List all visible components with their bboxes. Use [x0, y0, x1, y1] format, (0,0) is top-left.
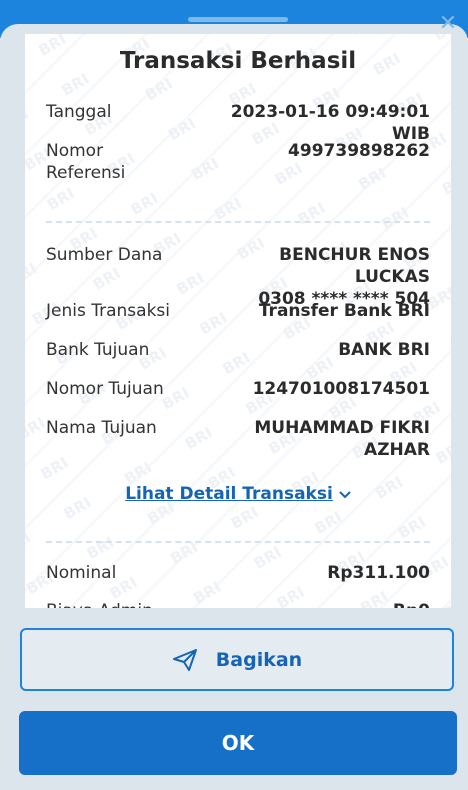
receipt-card: BRI Transaksi Berhasil Tanggal 2023-01-1… [25, 34, 451, 608]
detail-transaksi-link[interactable]: Lihat Detail Transaksi [25, 484, 451, 504]
row-sumber-dana: Sumber Dana BENCHUR ENOS LUCKAS 0308 ***… [46, 244, 430, 309]
nomor-tujuan-label: Nomor Tujuan [46, 379, 164, 399]
jenis-transaksi-value: Transfer Bank BRI [258, 301, 430, 321]
send-icon [172, 648, 197, 671]
chevron-down-icon[interactable] [339, 484, 351, 504]
divider [46, 541, 430, 543]
tanggal-label: Tanggal [46, 102, 112, 122]
share-button-label: Bagikan [215, 648, 303, 671]
page-title: Transaksi Berhasil [119, 48, 357, 74]
row-nomor-referensi: Nomor Referensi 499739898262 [46, 140, 430, 186]
jenis-transaksi-label: Jenis Transaksi [46, 301, 170, 321]
nomor-tujuan-value: 124701008174501 [252, 379, 430, 399]
nama-tujuan-value: MUHAMMAD FIKRI AZHAR [254, 418, 430, 460]
nomor-referensi-label: Nomor Referensi [46, 141, 126, 183]
tanggal-value: 2023-01-16 09:49:01 WIB [230, 102, 430, 144]
nominal-label: Nominal [46, 563, 117, 583]
nama-tujuan-label: Nama Tujuan [46, 418, 157, 438]
drag-handle[interactable] [188, 17, 288, 22]
biaya-admin-value: Rp0 [200, 600, 430, 608]
biaya-admin-label: Biaya Admin [46, 600, 196, 608]
row-nama-tujuan: Nama Tujuan MUHAMMAD FIKRI AZHAR [46, 417, 430, 463]
bank-tujuan-label: Bank Tujuan [46, 340, 150, 360]
detail-link-label[interactable]: Lihat Detail Transaksi [125, 484, 333, 504]
ok-button-label: OK [221, 731, 255, 755]
nomor-referensi-value: 499739898262 [288, 141, 430, 161]
close-icon[interactable]: ✕ [438, 13, 458, 35]
bank-tujuan-value: BANK BRI [338, 340, 430, 360]
ok-button[interactable]: OK [19, 711, 457, 775]
share-button[interactable]: Bagikan [20, 628, 454, 691]
nominal-value: Rp311.100 [327, 563, 430, 583]
sumber-dana-label: Sumber Dana [46, 245, 163, 265]
divider [46, 221, 430, 223]
